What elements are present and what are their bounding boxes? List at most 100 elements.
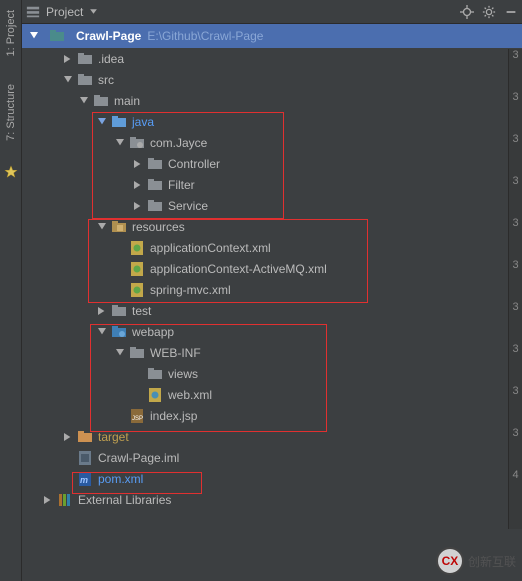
tree-item-filter[interactable]: Filter <box>22 174 522 195</box>
favorites-icon[interactable] <box>4 165 18 179</box>
chevron-right-icon[interactable] <box>132 179 144 191</box>
tree-label: src <box>98 73 114 87</box>
breadcrumb[interactable]: Crawl-Page E:\Github\Crawl-Page <box>22 24 522 48</box>
tree-item-src[interactable]: src <box>22 69 522 90</box>
folder-icon <box>129 345 145 361</box>
tree-label: index.jsp <box>150 409 197 423</box>
tree-item-iml[interactable]: Crawl-Page.iml <box>22 447 522 468</box>
editor-marker-strip: 33333333334 <box>508 49 522 529</box>
main-panel: Project Crawl-Page E:\Github\Crawl-Page … <box>22 0 522 581</box>
web-folder-icon <box>111 324 127 340</box>
tree-label: webapp <box>132 325 174 339</box>
tree-item-service[interactable]: Service <box>22 195 522 216</box>
tree-item-external-libraries[interactable]: External Libraries <box>22 489 522 510</box>
tree-item-webapp[interactable]: webapp <box>22 321 522 342</box>
tree-item-indexjsp[interactable]: JSP index.jsp <box>22 405 522 426</box>
project-view-icon[interactable] <box>26 5 40 19</box>
chevron-down-icon[interactable] <box>96 116 108 128</box>
chevron-right-icon[interactable] <box>62 53 74 65</box>
tree-label: main <box>114 94 140 108</box>
folder-icon <box>111 303 127 319</box>
chevron-down-icon[interactable] <box>96 326 108 338</box>
resources-folder-icon <box>111 219 127 235</box>
chevron-right-icon[interactable] <box>132 158 144 170</box>
chevron-down-icon[interactable] <box>78 95 90 107</box>
watermark-text: 创新互联 <box>468 553 516 570</box>
tree-label: Crawl-Page.iml <box>98 451 179 465</box>
tree-label: External Libraries <box>78 493 171 507</box>
tree-label: WEB-INF <box>150 346 201 360</box>
source-folder-icon <box>111 114 127 130</box>
package-icon <box>147 177 163 193</box>
chevron-right-icon[interactable] <box>62 431 74 443</box>
side-tool-rail: 1: Project 7: Structure <box>0 0 22 581</box>
project-name: Crawl-Page <box>76 29 141 43</box>
tree-label: resources <box>132 220 185 234</box>
project-path: E:\Github\Crawl-Page <box>147 29 263 43</box>
tree-item-target[interactable]: target <box>22 426 522 447</box>
project-side-tab[interactable]: 1: Project <box>3 2 19 64</box>
tree-item-java[interactable]: java <box>22 111 522 132</box>
tree-label: test <box>132 304 151 318</box>
tree-item-views[interactable]: views <box>22 363 522 384</box>
tree-item-resources[interactable]: resources <box>22 216 522 237</box>
spring-config-icon <box>129 240 145 256</box>
tree-label: applicationContext.xml <box>150 241 271 255</box>
tree-label: Controller <box>168 157 220 171</box>
tree-label: pom.xml <box>98 472 143 486</box>
chevron-down-icon[interactable] <box>114 137 126 149</box>
tree-item-idea[interactable]: .idea <box>22 48 522 69</box>
package-icon <box>129 135 145 151</box>
chevron-right-icon[interactable] <box>42 494 54 506</box>
gear-icon[interactable] <box>482 5 496 19</box>
tree-label: Filter <box>168 178 195 192</box>
svg-text:JSP: JSP <box>132 416 143 422</box>
package-icon <box>147 198 163 214</box>
module-folder-icon <box>49 28 65 44</box>
tree-item-comjayce[interactable]: com.Jayce <box>22 132 522 153</box>
tree-item-webinf[interactable]: WEB-INF <box>22 342 522 363</box>
iml-file-icon <box>77 450 93 466</box>
maven-file-icon: m <box>77 471 93 487</box>
chevron-down-icon[interactable] <box>89 7 98 16</box>
rail-tab-label: 1: Project <box>5 10 17 56</box>
tree-item-springmvc[interactable]: spring-mvc.xml <box>22 279 522 300</box>
excluded-folder-icon <box>77 429 93 445</box>
tree-label: applicationContext-ActiveMQ.xml <box>150 262 327 276</box>
folder-icon <box>147 366 163 382</box>
tree-item-pom[interactable]: m pom.xml <box>22 468 522 489</box>
tree-label: .idea <box>98 52 124 66</box>
jsp-file-icon: JSP <box>129 408 145 424</box>
watermark-logo-icon: CX <box>436 547 464 575</box>
package-icon <box>147 156 163 172</box>
spring-config-icon <box>129 261 145 277</box>
tree-item-webxml[interactable]: web.xml <box>22 384 522 405</box>
chevron-down-icon[interactable] <box>28 30 40 42</box>
panel-title: Project <box>46 5 83 19</box>
tree-item-test[interactable]: test <box>22 300 522 321</box>
tree-item-main[interactable]: main <box>22 90 522 111</box>
tree-label: spring-mvc.xml <box>150 283 231 297</box>
svg-text:m: m <box>80 475 88 485</box>
chevron-down-icon[interactable] <box>96 221 108 233</box>
chevron-down-icon[interactable] <box>62 74 74 86</box>
watermark: CX 创新互联 <box>436 547 516 575</box>
rail-tab-label: 7: Structure <box>5 84 17 141</box>
tree-label: java <box>132 115 154 129</box>
chevron-right-icon[interactable] <box>96 305 108 317</box>
tree-label: target <box>98 430 129 444</box>
folder-icon <box>93 93 109 109</box>
structure-side-tab[interactable]: 7: Structure <box>3 76 19 149</box>
tree-label: com.Jayce <box>150 136 207 150</box>
xml-file-icon <box>147 387 163 403</box>
chevron-down-icon[interactable] <box>114 347 126 359</box>
chevron-right-icon[interactable] <box>132 200 144 212</box>
folder-icon <box>77 51 93 67</box>
tree-label: views <box>168 367 198 381</box>
collapse-icon[interactable] <box>504 5 518 19</box>
tree-item-appctx[interactable]: applicationContext.xml <box>22 237 522 258</box>
tree-item-appctxmq[interactable]: applicationContext-ActiveMQ.xml <box>22 258 522 279</box>
locate-icon[interactable] <box>460 5 474 19</box>
spring-config-icon <box>129 282 145 298</box>
tree-item-controller[interactable]: Controller <box>22 153 522 174</box>
